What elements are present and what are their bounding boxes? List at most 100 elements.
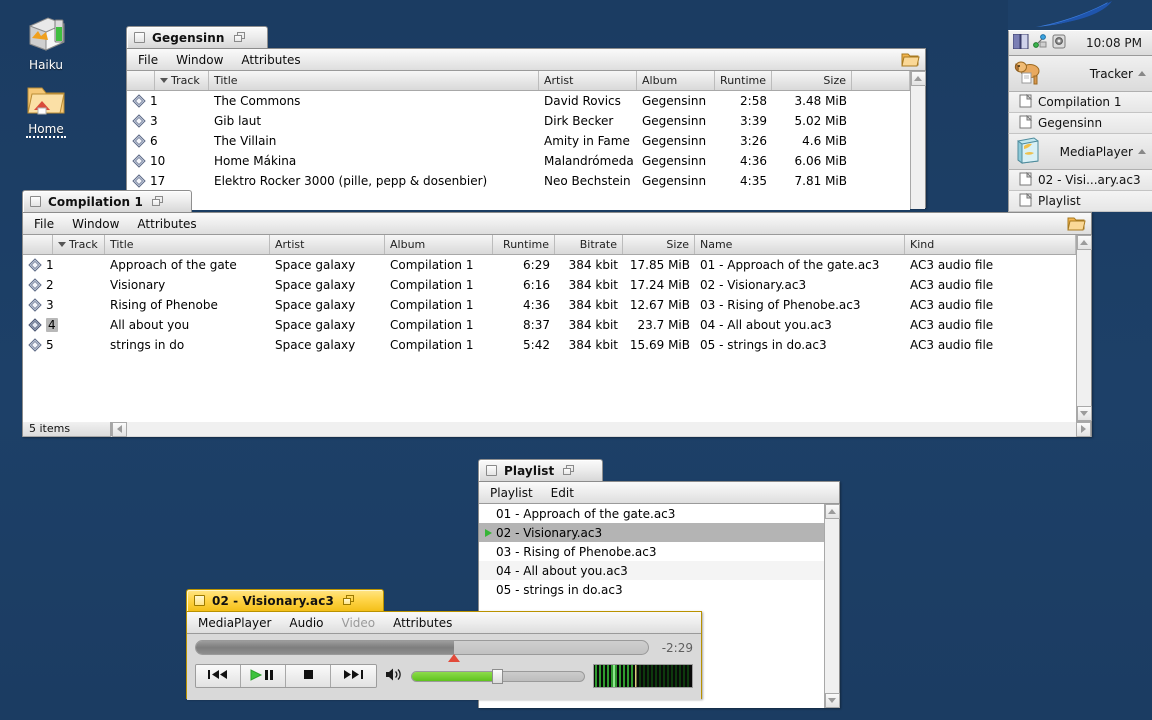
mediaplayer-menubar[interactable]: MediaPlayer Audio Video Attributes — [187, 612, 701, 634]
gegensinn-menubar[interactable]: File Window Attributes — [127, 49, 925, 71]
close-icon[interactable] — [486, 465, 497, 476]
column-header-artist[interactable]: Artist — [270, 235, 385, 254]
menu-window[interactable]: Window — [63, 215, 128, 233]
column-header-artist[interactable]: Artist — [539, 71, 637, 90]
compilation-window[interactable]: Compilation 1 File Window Attributes Tra… — [22, 190, 1092, 437]
mediaplayer-window-tab[interactable]: 02 - Visionary.ac3 — [186, 589, 384, 611]
deskbar-leaf-logo[interactable] — [1008, 0, 1152, 30]
gegensinn-titlebar[interactable]: Gegensinn — [126, 26, 926, 48]
speaker-icon[interactable] — [385, 667, 403, 685]
seek-slider[interactable] — [195, 640, 649, 655]
column-header-album[interactable]: Album — [385, 235, 493, 254]
scroll-up-button[interactable] — [911, 71, 926, 86]
column-header-kind[interactable]: Kind — [905, 235, 1076, 254]
column-header-size[interactable]: Size — [772, 71, 852, 90]
compilation-file-list[interactable]: 1 Approach of the gate Space galaxy Comp… — [23, 255, 1076, 422]
table-row[interactable]: 10 Home Mákina Malandrómeda Gegensinn 4:… — [127, 151, 910, 171]
list-item[interactable]: 02 - Visionary.ac3 — [479, 523, 824, 542]
skip-forward-button[interactable] — [331, 665, 376, 687]
zoom-icon[interactable] — [234, 32, 246, 43]
folder-icon[interactable] — [1066, 214, 1086, 235]
column-header-size[interactable]: Size — [623, 235, 695, 254]
compilation-window-tab[interactable]: Compilation 1 — [22, 190, 192, 212]
scroll-down-button[interactable] — [1077, 406, 1092, 421]
column-header-track[interactable]: Track — [53, 235, 105, 254]
table-row[interactable]: 1 Approach of the gate Space galaxy Comp… — [23, 255, 1076, 275]
mediaplayer-window[interactable]: 02 - Visionary.ac3 MediaPlayer Audio Vid… — [186, 589, 702, 699]
column-header-title[interactable]: Title — [105, 235, 270, 254]
menu-attributes[interactable]: Attributes — [384, 614, 461, 632]
gegensinn-window[interactable]: Gegensinn File Window Attributes Track — [126, 26, 926, 208]
gegensinn-vertical-scrollbar[interactable] — [910, 71, 925, 209]
compilation-column-headers[interactable]: Track Title Artist Album Runtime Bitrate… — [23, 235, 1076, 255]
menu-playlist[interactable]: Playlist — [481, 484, 542, 502]
menu-edit[interactable]: Edit — [542, 484, 583, 502]
deskbar-clock[interactable]: 10:08 PM — [1086, 36, 1148, 50]
scroll-right-button[interactable] — [1076, 422, 1091, 437]
deskbar-window-compilation-1[interactable]: Compilation 1 — [1008, 92, 1152, 113]
menu-window[interactable]: Window — [167, 51, 232, 69]
table-row[interactable]: 1 The Commons David Rovics Gegensinn 2:5… — [127, 91, 910, 111]
close-icon[interactable] — [30, 196, 41, 207]
compilation-vertical-scrollbar[interactable] — [1076, 235, 1091, 421]
network-icon[interactable] — [1032, 34, 1048, 52]
stop-button[interactable] — [286, 665, 331, 687]
table-row[interactable]: 2 Visionary Space galaxy Compilation 1 6… — [23, 275, 1076, 295]
compilation-horizontal-scrollbar[interactable] — [111, 421, 1091, 436]
deskbar-app-tracker[interactable]: Tracker — [1008, 56, 1152, 92]
menu-mediaplayer[interactable]: MediaPlayer — [189, 614, 280, 632]
transport-buttons[interactable] — [195, 664, 377, 688]
compilation-menubar[interactable]: File Window Attributes — [23, 213, 1091, 235]
gegensinn-window-tab[interactable]: Gegensinn — [126, 26, 268, 48]
folder-icon[interactable] — [900, 50, 920, 71]
column-header-album[interactable]: Album — [637, 71, 715, 90]
column-header-runtime[interactable]: Runtime — [493, 235, 555, 254]
deskbar-window-visionary[interactable]: 02 - Visi...ary.ac3 — [1008, 170, 1152, 191]
list-item[interactable]: 04 - All about you.ac3 — [479, 561, 824, 580]
volume-knob[interactable] — [492, 669, 503, 684]
play-pause-button[interactable] — [241, 665, 286, 687]
seek-marker-icon[interactable] — [448, 654, 460, 662]
deskbar[interactable]: 10:08 PM Tracker Compilation 1 Geg — [1008, 0, 1152, 212]
menu-file[interactable]: File — [129, 51, 167, 69]
column-header-name[interactable]: Name — [695, 235, 905, 254]
zoom-icon[interactable] — [563, 465, 575, 476]
scroll-up-button[interactable] — [1077, 235, 1092, 250]
menu-attributes[interactable]: Attributes — [128, 215, 205, 233]
deskbar-tray[interactable]: 10:08 PM — [1008, 30, 1152, 56]
column-header-title[interactable]: Title — [209, 71, 539, 90]
deskbar-window-playlist[interactable]: Playlist — [1008, 191, 1152, 212]
compilation-titlebar[interactable]: Compilation 1 — [22, 190, 1092, 212]
close-icon[interactable] — [194, 595, 205, 606]
processcontroller-icon[interactable] — [1051, 34, 1067, 52]
zoom-icon[interactable] — [152, 196, 164, 207]
deskbar-window-gegensinn[interactable]: Gegensinn — [1008, 113, 1152, 134]
column-header-track[interactable]: Track — [155, 71, 209, 90]
scroll-left-button[interactable] — [112, 422, 127, 437]
menu-audio[interactable]: Audio — [280, 614, 332, 632]
chevron-up-icon[interactable] — [1138, 149, 1146, 154]
close-icon[interactable] — [134, 32, 145, 43]
playlist-vertical-scrollbar[interactable] — [824, 504, 839, 708]
scroll-up-button[interactable] — [825, 504, 840, 519]
menu-attributes[interactable]: Attributes — [232, 51, 309, 69]
cell-track-editing[interactable]: 4 — [46, 318, 58, 332]
zoom-icon[interactable] — [343, 595, 355, 606]
playlist-window-tab[interactable]: Playlist — [478, 459, 603, 481]
list-item[interactable]: 03 - Rising of Phenobe.ac3 — [479, 542, 824, 561]
deskbar-app-mediaplayer[interactable]: MediaPlayer — [1008, 134, 1152, 170]
list-item[interactable]: 01 - Approach of the gate.ac3 — [479, 504, 824, 523]
workspaces-icon[interactable] — [1013, 34, 1029, 52]
skip-back-button[interactable] — [196, 665, 241, 687]
playlist-menubar[interactable]: Playlist Edit — [479, 482, 839, 504]
scroll-down-button[interactable] — [825, 693, 840, 708]
table-row[interactable]: 3 Gib laut Dirk Becker Gegensinn 3:39 5.… — [127, 111, 910, 131]
volume-slider[interactable] — [411, 671, 585, 682]
gegensinn-column-headers[interactable]: Track Title Artist Album Runtime Size — [127, 71, 910, 91]
mediaplayer-titlebar[interactable]: 02 - Visionary.ac3 — [186, 589, 702, 611]
column-header-bitrate[interactable]: Bitrate — [555, 235, 623, 254]
table-row[interactable]: 6 The Villain Amity in Fame Gegensinn 3:… — [127, 131, 910, 151]
column-header-runtime[interactable]: Runtime — [715, 71, 772, 90]
playlist-titlebar[interactable]: Playlist — [478, 459, 840, 481]
table-row[interactable]: 17 Elektro Rocker 3000 (pille, pepp & do… — [127, 171, 910, 191]
